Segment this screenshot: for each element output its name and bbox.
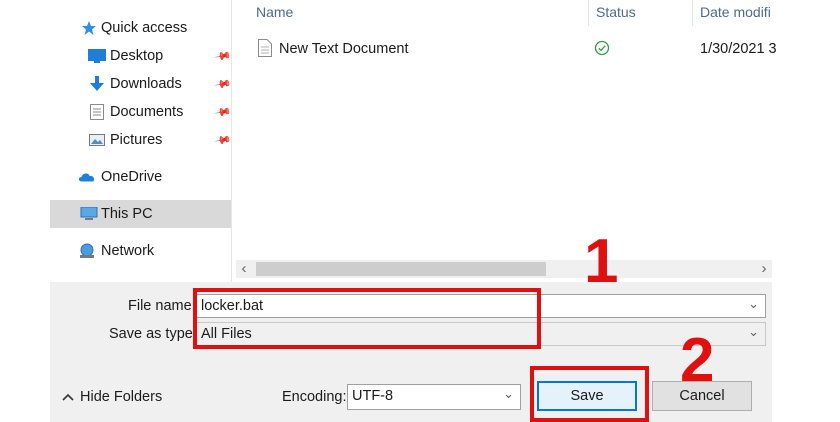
- chevron-down-icon[interactable]: ⌄: [503, 386, 514, 402]
- cloud-icon: [78, 169, 96, 185]
- chevron-down-icon[interactable]: ⌄: [748, 324, 759, 340]
- column-header-date[interactable]: Date modifi: [700, 4, 771, 20]
- nav-item-this-pc[interactable]: This PC: [50, 200, 231, 228]
- file-name-label: File name:: [128, 298, 196, 314]
- annotation-box-2: [530, 366, 649, 422]
- download-icon: [88, 76, 106, 92]
- nav-item-label: Network: [101, 243, 155, 259]
- scroll-left-icon[interactable]: ‹: [236, 260, 252, 278]
- documents-icon: [88, 104, 106, 120]
- file-row[interactable]: New Text Document 1/30/2021 3: [240, 36, 777, 62]
- nav-item-desktop[interactable]: Desktop 📌: [50, 42, 232, 70]
- scroll-right-icon[interactable]: ›: [756, 260, 772, 278]
- sync-status-icon: [594, 40, 610, 59]
- nav-item-onedrive[interactable]: OneDrive: [50, 163, 231, 191]
- nav-item-label: Desktop: [110, 48, 164, 64]
- column-header-status[interactable]: Status: [596, 4, 636, 20]
- pictures-icon: [88, 132, 106, 148]
- annotation-box-1: [193, 288, 541, 349]
- pin-icon: 📌: [213, 47, 232, 66]
- navigation-pane: Quick access Desktop 📌 Downloads 📌 Docum…: [50, 0, 232, 282]
- file-date: 1/30/2021 3: [700, 41, 777, 57]
- nav-item-label: Quick access: [101, 20, 188, 36]
- encoding-value: UTF-8: [352, 388, 394, 404]
- pin-icon: 📌: [213, 75, 232, 94]
- nav-item-label: Pictures: [110, 132, 163, 148]
- nav-item-label: This PC: [101, 206, 153, 222]
- text-file-icon: [258, 39, 272, 60]
- pin-icon: 📌: [213, 131, 232, 150]
- nav-item-label: OneDrive: [101, 169, 163, 185]
- chevron-down-icon[interactable]: ⌄: [748, 296, 759, 312]
- column-separator[interactable]: [588, 0, 589, 26]
- annotation-number-1: 1: [584, 227, 619, 296]
- encoding-select[interactable]: UTF-8 ⌄: [347, 384, 521, 410]
- nav-item-pictures[interactable]: Pictures 📌: [50, 126, 232, 154]
- file-name: New Text Document: [279, 41, 409, 57]
- scrollbar-thumb[interactable]: [256, 262, 546, 276]
- nav-item-downloads[interactable]: Downloads 📌: [50, 70, 232, 98]
- chevron-up-icon: [62, 390, 74, 404]
- nav-item-label: Downloads: [110, 76, 182, 92]
- star-icon: [80, 20, 98, 36]
- computer-icon: [80, 206, 98, 222]
- column-separator[interactable]: [692, 0, 693, 26]
- nav-item-network[interactable]: Network: [50, 237, 231, 265]
- desktop-icon: [88, 48, 106, 64]
- pin-icon: 📌: [213, 103, 232, 122]
- nav-item-label: Documents: [110, 104, 184, 120]
- file-list: Name Status Date modifi New Text Documen…: [240, 0, 777, 282]
- save-as-type-label: Save as type:: [109, 326, 197, 342]
- nav-item-quick-access[interactable]: Quick access: [50, 14, 231, 42]
- annotation-number-2: 2: [680, 326, 715, 395]
- horizontal-scrollbar[interactable]: ‹ ›: [236, 260, 772, 278]
- hide-folders-label: Hide Folders: [80, 389, 163, 405]
- encoding-label: Encoding:: [282, 389, 347, 405]
- hide-folders-button[interactable]: Hide Folders: [62, 389, 162, 405]
- column-header-name[interactable]: Name: [256, 4, 293, 20]
- network-icon: [78, 243, 96, 259]
- nav-item-documents[interactable]: Documents 📌: [50, 98, 232, 126]
